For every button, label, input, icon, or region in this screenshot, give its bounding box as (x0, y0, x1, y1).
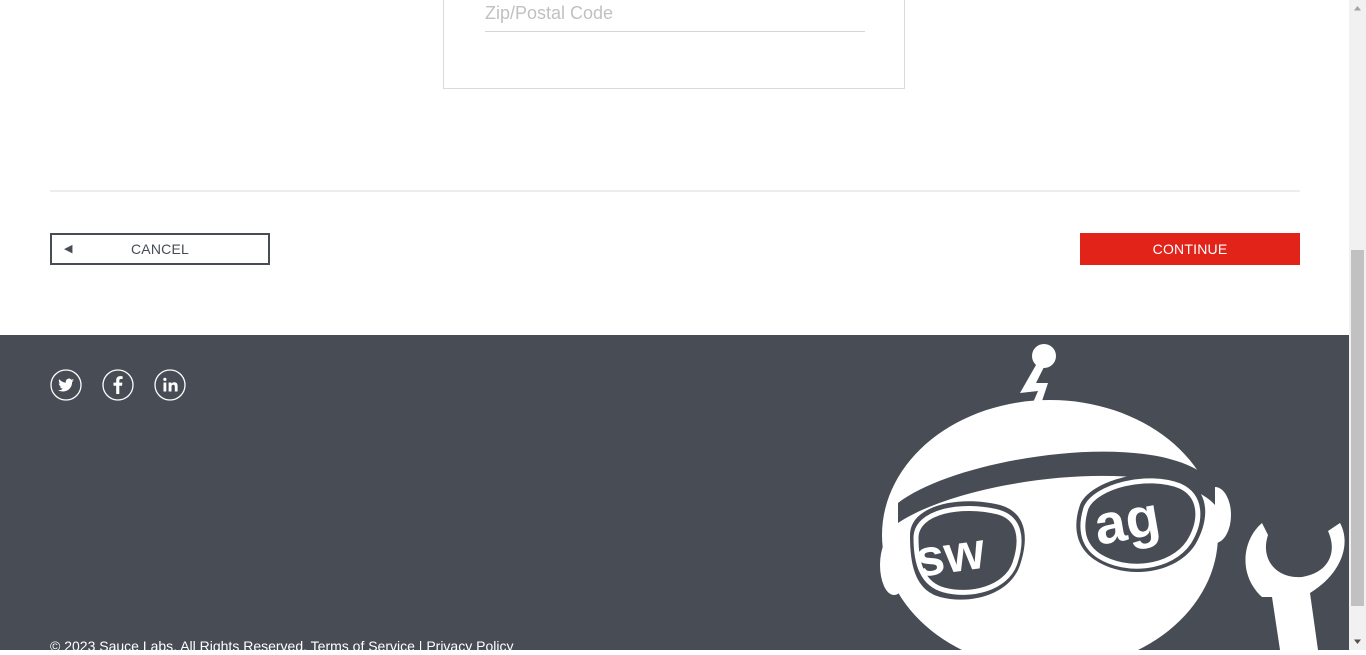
cancel-button[interactable]: ◀ CANCEL (50, 233, 270, 265)
cancel-label: CANCEL (131, 241, 189, 257)
swag-text-sw: sw (912, 522, 989, 589)
vertical-scrollbar[interactable] (1349, 0, 1366, 650)
scrollbar-thumb[interactable] (1351, 250, 1364, 606)
footer: © 2023 Sauce Labs. All Rights Reserved. … (0, 335, 1349, 650)
scroll-up-arrow-icon[interactable] (1349, 0, 1366, 17)
checkout-page: ◀ CANCEL CONTINUE © 2023 Sauc (0, 0, 1349, 650)
continue-label: CONTINUE (1152, 241, 1228, 257)
continue-button[interactable]: CONTINUE (1080, 233, 1300, 265)
back-arrow-icon: ◀ (64, 243, 73, 255)
checkout-info-form (443, 0, 905, 89)
twitter-icon[interactable] (50, 369, 82, 401)
scroll-down-arrow-icon[interactable] (1349, 633, 1366, 650)
facebook-icon[interactable] (102, 369, 134, 401)
zip-postal-code-input[interactable] (485, 0, 865, 32)
swag-robot-logo: sw ag (880, 344, 1345, 650)
swag-text-ag: ag (1089, 483, 1164, 556)
divider (50, 190, 1300, 192)
copyright-text: © 2023 Sauce Labs. All Rights Reserved. … (50, 638, 514, 650)
linkedin-icon[interactable] (154, 369, 186, 401)
